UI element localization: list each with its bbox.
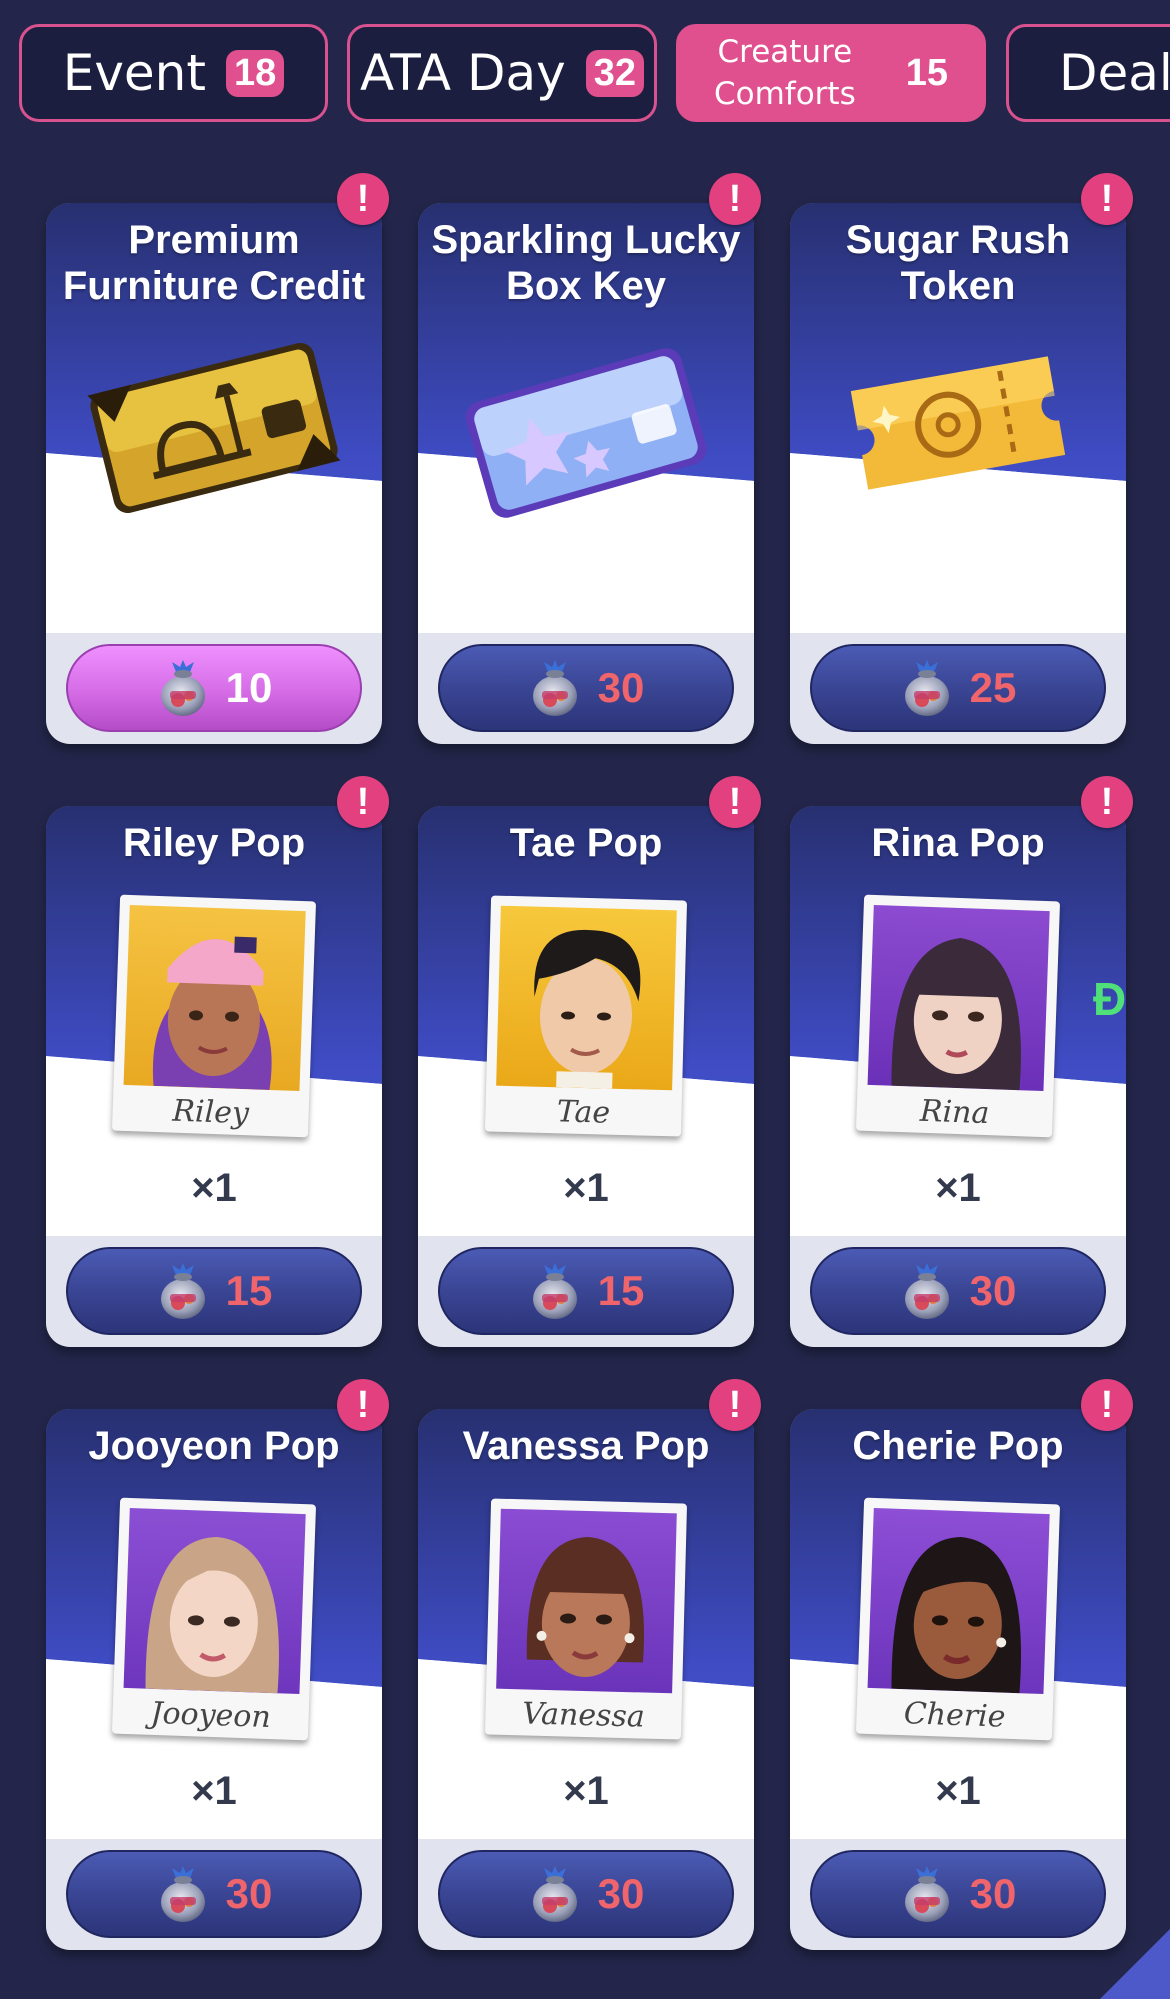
quantity-label: ×1	[563, 1769, 609, 1813]
sugar-rush-ticket-icon	[790, 323, 1126, 523]
price-label: 30	[969, 1870, 1017, 1917]
buy-button[interactable]: 10	[66, 644, 362, 732]
candy-bag-icon	[900, 658, 954, 718]
riley-portrait-image	[123, 904, 306, 1092]
shop-card-vanessa-pop[interactable]: Vanessa Pop Vanessa ×1 30	[418, 1409, 754, 1950]
card-title: Premium Furniture Credit	[62, 218, 366, 308]
card-title: Sparkling Lucky Box Key	[431, 218, 741, 308]
alert-badge: !	[709, 1379, 761, 1431]
alert-badge: !	[337, 776, 389, 828]
vanessa-portrait-image	[496, 1508, 677, 1694]
alert-badge: !	[1081, 1379, 1133, 1431]
furniture-credit-card-icon	[46, 323, 382, 523]
quantity-label: ×1	[935, 1166, 981, 1210]
character-polaroid: Tae	[418, 895, 754, 1137]
polaroid-caption: Vanessa	[521, 1696, 646, 1735]
rina-portrait-image	[867, 904, 1050, 1092]
shop-card-jooyeon-pop[interactable]: Jooyeon Pop Jooyeon ×1 30	[46, 1409, 382, 1950]
price-label: 15	[225, 1267, 273, 1314]
character-polaroid: Rina	[790, 894, 1126, 1138]
alert-badge: !	[1081, 776, 1133, 828]
polaroid-caption: Jooyeon	[149, 1695, 272, 1736]
alert-badge: !	[709, 173, 761, 225]
price-label: 30	[969, 1267, 1017, 1314]
alert-badge: !	[709, 776, 761, 828]
polaroid-caption: Cherie	[903, 1696, 1007, 1735]
shop-card-premium-furniture-credit[interactable]: Premium Furniture Credit 10	[46, 203, 382, 744]
quantity-label: ×1	[191, 1769, 237, 1813]
quantity-label: ×1	[563, 1166, 609, 1210]
tab-count-badge: 15	[905, 51, 949, 94]
candy-bag-icon	[156, 1261, 210, 1321]
card-title: Sugar Rush Token	[845, 218, 1071, 308]
tab-count-badge: 18	[225, 49, 285, 97]
price-label: 15	[597, 1267, 645, 1314]
candy-bag-icon	[528, 658, 582, 718]
character-polaroid: Vanessa	[418, 1498, 754, 1740]
alert-badge: !	[337, 1379, 389, 1431]
shop-card-tae-pop[interactable]: Tae Pop Tae ×1 15	[418, 806, 754, 1347]
character-polaroid: Cherie	[790, 1497, 1126, 1741]
card-title: Vanessa Pop	[462, 1424, 710, 1468]
quantity-label: ×1	[191, 1166, 237, 1210]
tab-label: Event	[62, 44, 206, 102]
character-polaroid: Jooyeon	[46, 1497, 382, 1741]
buy-button[interactable]: 30	[66, 1850, 362, 1938]
candy-bag-icon	[156, 1864, 210, 1924]
alert-badge: !	[337, 173, 389, 225]
quantity-label: ×1	[935, 1769, 981, 1813]
candy-bag-icon	[900, 1864, 954, 1924]
tab-count-badge: 32	[585, 49, 645, 97]
card-title: Tae Pop	[509, 821, 663, 865]
buy-button[interactable]: 30	[810, 1850, 1106, 1938]
tab-event[interactable]: Event 18	[19, 24, 328, 122]
candy-bag-icon	[528, 1261, 582, 1321]
cherie-portrait-image	[867, 1507, 1050, 1695]
price-label: 25	[969, 664, 1017, 711]
buy-button[interactable]: 30	[438, 1850, 734, 1938]
tab-label: Creature Comforts	[713, 34, 856, 112]
buy-button[interactable]: 15	[438, 1247, 734, 1335]
shop-card-sparkling-lucky-box-key[interactable]: Sparkling Lucky Box Key 30	[418, 203, 754, 744]
card-title: Rina Pop	[871, 821, 1045, 865]
price-label: 30	[597, 1870, 645, 1917]
alert-badge: !	[1081, 173, 1133, 225]
price-label: 10	[225, 664, 273, 711]
polaroid-caption: Tae	[556, 1094, 611, 1131]
price-label: 30	[225, 1870, 273, 1917]
jooyeon-portrait-image	[123, 1507, 306, 1695]
candy-bag-icon	[528, 1864, 582, 1924]
buy-button[interactable]: 15	[66, 1247, 362, 1335]
price-label: 30	[597, 664, 645, 711]
polaroid-caption: Rina	[919, 1093, 990, 1132]
card-title: Riley Pop	[122, 821, 306, 865]
candy-bag-icon	[156, 658, 210, 718]
shop-card-riley-pop[interactable]: Riley Pop Riley ×1 15	[46, 806, 382, 1347]
tab-deals[interactable]: Deal	[1006, 24, 1170, 122]
tae-portrait-image	[496, 905, 677, 1091]
polaroid-caption: Riley	[171, 1093, 250, 1132]
buy-button[interactable]: 25	[810, 644, 1106, 732]
corner-decoration	[1100, 1929, 1170, 1999]
card-title: Cherie Pop	[852, 1424, 1064, 1468]
buy-button[interactable]: 30	[810, 1247, 1106, 1335]
candy-bag-icon	[900, 1261, 954, 1321]
buy-button[interactable]: 30	[438, 644, 734, 732]
card-title: Jooyeon Pop	[88, 1424, 340, 1468]
tab-creature-comforts[interactable]: Creature Comforts 15	[676, 24, 986, 122]
shop-card-rina-pop[interactable]: Rina Pop Rina ×1 30	[790, 806, 1126, 1347]
lucky-box-key-card-icon	[418, 323, 754, 523]
tab-label: Deal	[1059, 44, 1170, 102]
shop-card-cherie-pop[interactable]: Cherie Pop Cherie ×1 30	[790, 1409, 1126, 1950]
tab-label: ATA Day	[359, 44, 566, 102]
character-polaroid: Riley	[46, 894, 382, 1138]
shop-card-sugar-rush-token[interactable]: Sugar Rush Token 25	[790, 203, 1126, 744]
tab-ata-day[interactable]: ATA Day 32	[347, 24, 657, 122]
